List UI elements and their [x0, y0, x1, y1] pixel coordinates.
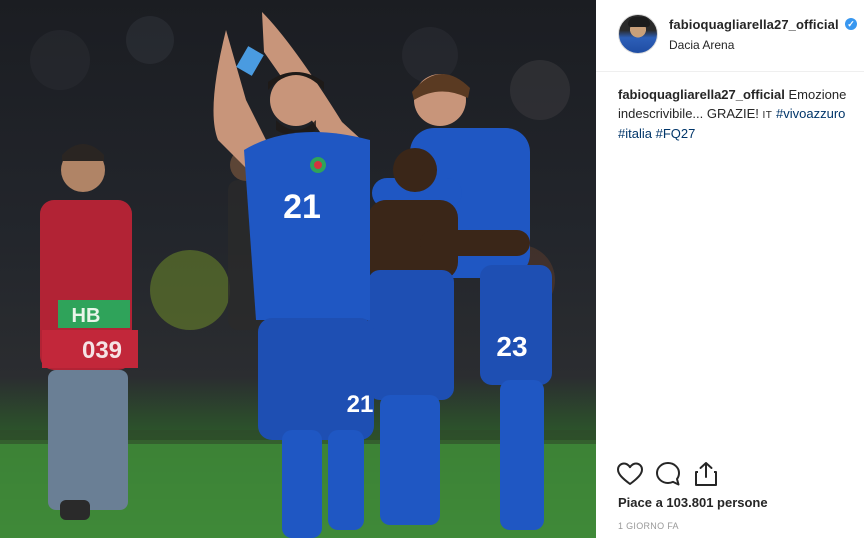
post-timestamp[interactable]: 1 GIORNO FA — [618, 521, 679, 531]
comment-button[interactable] — [654, 460, 682, 488]
likes-count[interactable]: Piace a 103.801 persone — [618, 495, 768, 510]
heart-icon — [617, 462, 643, 485]
comment-icon — [656, 462, 680, 486]
verified-badge-icon: ✓ — [845, 18, 857, 30]
hashtag-italia[interactable]: #italia — [618, 126, 652, 141]
steward-figure — [40, 144, 138, 520]
share-button[interactable] — [692, 460, 720, 488]
photo-scene: HB 039 23 21 21 — [0, 12, 596, 538]
post-side-panel: fabioquagliarella27_official ✓ Dacia Are… — [596, 0, 864, 538]
right-player-shorts-number: 23 — [496, 331, 527, 362]
main-player-shorts-number: 21 — [347, 391, 374, 418]
flag-it-icon: IT — [762, 109, 773, 121]
hashtag-fq27[interactable]: #FQ27 — [656, 126, 696, 141]
caption-username[interactable]: fabioquagliarella27_official — [618, 87, 785, 102]
post-caption: fabioquagliarella27_official Emozione in… — [618, 86, 858, 144]
post-location[interactable]: Dacia Arena — [669, 38, 734, 52]
post-photo[interactable]: HB 039 23 21 21 — [0, 0, 596, 538]
post-actions — [616, 460, 856, 488]
avatar[interactable] — [618, 14, 658, 54]
post-header: fabioquagliarella27_official ✓ Dacia Are… — [596, 0, 864, 72]
post-username[interactable]: fabioquagliarella27_official — [669, 17, 839, 32]
steward-bib-number: 039 — [82, 337, 122, 364]
main-player-shirt-number: 21 — [283, 188, 321, 226]
like-button[interactable] — [616, 460, 644, 488]
share-icon — [695, 462, 717, 486]
steward-bib-label: HB — [72, 305, 101, 327]
hashtag-vivoazzuro[interactable]: #vivoazzuro — [776, 106, 845, 121]
